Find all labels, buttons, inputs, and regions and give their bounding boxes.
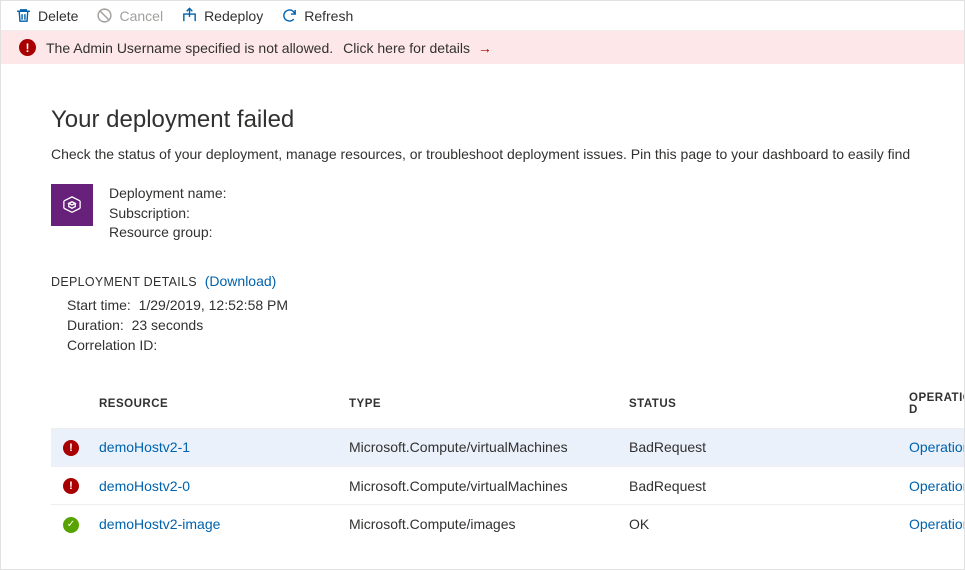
deployment-panel: Delete Cancel Redeploy Refresh ! The Adm… [0,0,965,570]
col-type[interactable]: Type [341,384,621,429]
resource-group-icon [51,184,93,226]
operation-details-link[interactable]: Operation d [909,439,964,455]
subscription-label: Subscription: [109,204,227,224]
deployment-name-label: Deployment name: [109,184,227,204]
resource-link[interactable]: demoHostv2-0 [99,478,190,494]
banner-text: The Admin Username specified is not allo… [46,40,333,56]
correlation-id-label: Correlation ID: [67,337,157,353]
refresh-label: Refresh [304,8,353,24]
resource-status: OK [621,505,901,543]
banner-link-label: Click here for details [343,40,470,56]
deployment-meta: Deployment name: Subscription: Resource … [51,184,964,243]
resource-type: Microsoft.Compute/virtualMachines [341,466,621,504]
toolbar: Delete Cancel Redeploy Refresh [1,1,964,31]
resource-group-label: Resource group: [109,223,227,243]
deployment-details-heading: DEPLOYMENT DETAILS (Download) [51,273,964,289]
table-row[interactable]: demoHostv2-image Microsoft.Compute/images… [51,505,964,543]
resource-link[interactable]: demoHostv2-image [99,516,220,532]
error-icon: ! [19,39,36,56]
download-link[interactable]: (Download) [205,273,277,289]
resource-status: BadRequest [621,466,901,504]
cancel-button: Cancel [96,7,163,24]
resource-type: Microsoft.Compute/virtualMachines [341,428,621,466]
banner-details-link[interactable]: Click here for details → [343,40,492,56]
redeploy-button[interactable]: Redeploy [181,7,263,24]
resources-table: Resource Type Status Operation d demoHos… [51,384,964,543]
content: Your deployment failed Check the status … [1,64,964,543]
col-operation[interactable]: Operation d [901,384,964,429]
redeploy-icon [181,7,198,24]
error-icon [63,440,79,456]
table-row[interactable]: demoHostv2-1 Microsoft.Compute/virtualMac… [51,428,964,466]
resource-status: BadRequest [621,428,901,466]
success-icon [63,517,79,533]
error-banner: ! The Admin Username specified is not al… [1,31,964,64]
cancel-label: Cancel [119,8,163,24]
table-row[interactable]: demoHostv2-0 Microsoft.Compute/virtualMac… [51,466,964,504]
deployment-details-values: Start time: 1/29/2019, 12:52:58 PM Durat… [67,295,964,356]
start-time-value: 1/29/2019, 12:52:58 PM [139,297,288,313]
page-title: Your deployment failed [51,106,964,134]
redeploy-label: Redeploy [204,8,263,24]
resource-link[interactable]: demoHostv2-1 [99,439,190,455]
page-subtitle: Check the status of your deployment, man… [51,146,964,162]
operation-details-link[interactable]: Operation d [909,478,964,494]
delete-label: Delete [38,8,78,24]
refresh-icon [281,7,298,24]
arrow-right-icon: → [478,40,492,56]
trash-icon [15,7,32,24]
duration-value: 23 seconds [132,317,204,333]
details-heading-text: DEPLOYMENT DETAILS [51,275,197,289]
col-status[interactable]: Status [621,384,901,429]
col-resource[interactable]: Resource [91,384,341,429]
operation-details-link[interactable]: Operation d [909,516,964,532]
resource-type: Microsoft.Compute/images [341,505,621,543]
error-icon [63,478,79,494]
duration-label: Duration: [67,317,124,333]
delete-button[interactable]: Delete [15,7,78,24]
refresh-button[interactable]: Refresh [281,7,353,24]
cancel-icon [96,7,113,24]
start-time-label: Start time: [67,297,131,313]
